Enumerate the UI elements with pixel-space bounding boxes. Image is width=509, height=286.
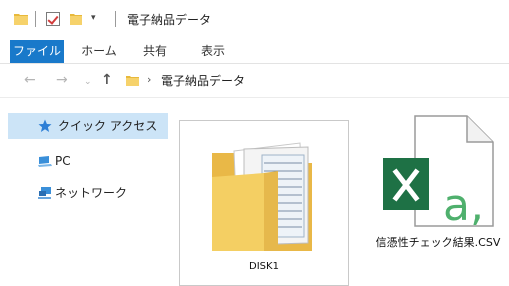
customize-toolbar-dropdown[interactable]: ▾	[91, 13, 96, 23]
svg-text:a,: a,	[443, 180, 484, 228]
toolbar-separator	[35, 11, 36, 27]
tab-share[interactable]: 共有	[132, 40, 178, 63]
up-arrow-icon[interactable]: ↑	[101, 72, 113, 88]
folder-icon	[212, 142, 312, 251]
breadcrumb-path[interactable]: 電子納品データ	[161, 72, 245, 89]
folder-icon[interactable]	[14, 13, 28, 25]
file-name: DISK1	[249, 261, 279, 272]
navigation-pane: クイック アクセス PC ネットワーク	[0, 98, 170, 286]
title-bar: ▾ 電子納品データ	[0, 0, 509, 40]
file-name: 信憑性チェック結果.CSV	[375, 236, 501, 249]
file-list: DISK1 a, 信憑性チェック結果.CSV	[172, 98, 509, 286]
ribbon-tabs: ファイル ホーム 共有 表示	[0, 40, 509, 64]
recent-locations-chevron-icon[interactable]: ⌄	[84, 74, 92, 90]
tab-file[interactable]: ファイル	[10, 40, 64, 63]
nav-item-label: PC	[55, 154, 71, 168]
toolbar-separator	[115, 11, 116, 27]
network-icon	[38, 187, 51, 199]
nav-item-label: クイック アクセス	[58, 119, 158, 133]
computer-icon	[38, 156, 52, 167]
nav-item-quick-access[interactable]: クイック アクセス	[8, 113, 168, 139]
tab-home[interactable]: ホーム	[74, 40, 124, 63]
tab-view[interactable]: 表示	[190, 40, 236, 63]
address-bar: ← → ⌄ ↑ › 電子納品データ	[0, 64, 509, 98]
properties-check-icon[interactable]	[46, 12, 60, 26]
nav-item-network[interactable]: ネットワーク	[8, 180, 168, 206]
forward-arrow-icon[interactable]: →	[56, 72, 68, 88]
star-icon	[38, 119, 52, 132]
file-item-folder[interactable]: DISK1	[179, 120, 349, 286]
breadcrumb-chevron-icon[interactable]: ›	[147, 73, 151, 86]
window-title: 電子納品データ	[127, 13, 212, 27]
new-folder-icon[interactable]	[70, 13, 82, 25]
file-item-csv[interactable]: a, 信憑性チェック結果.CSV	[367, 106, 509, 276]
back-arrow-icon[interactable]: ←	[24, 72, 36, 88]
excel-csv-icon: a,	[383, 115, 494, 228]
folder-icon	[126, 76, 139, 86]
nav-item-pc[interactable]: PC	[8, 148, 168, 174]
nav-item-label: ネットワーク	[55, 186, 128, 200]
